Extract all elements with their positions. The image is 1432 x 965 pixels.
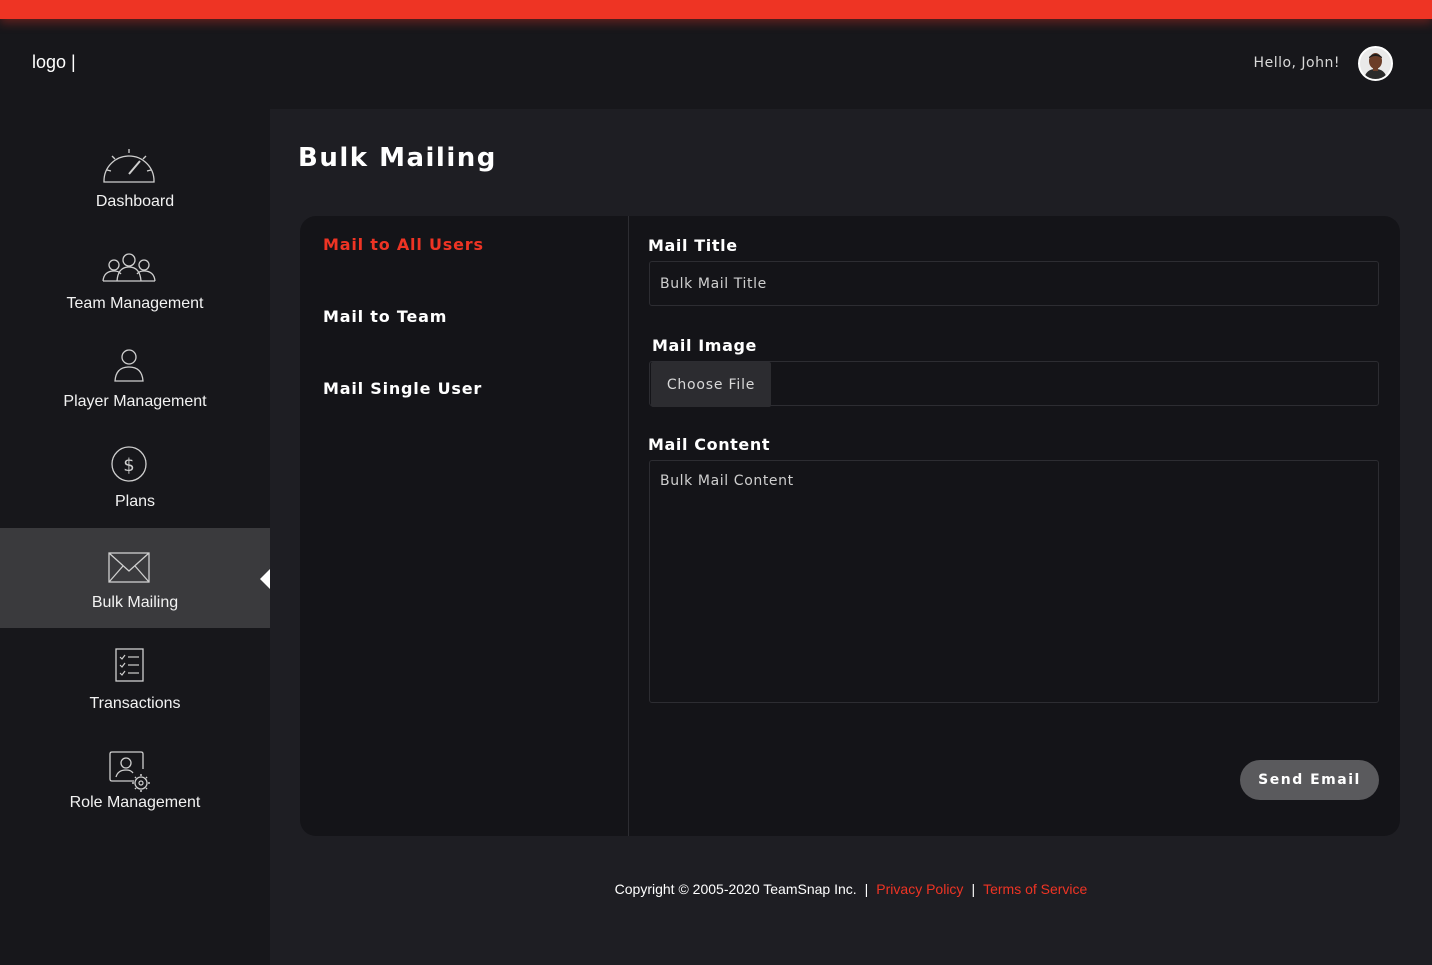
logo[interactable]: logo | xyxy=(32,52,76,73)
active-indicator xyxy=(260,569,270,589)
tab-mail-single-user[interactable]: Mail Single User xyxy=(323,379,482,398)
tab-mail-to-team[interactable]: Mail to Team xyxy=(323,307,447,326)
terms-of-service-link[interactable]: Terms of Service xyxy=(983,881,1087,897)
sidebar-item-role-management[interactable]: Role Management xyxy=(0,743,270,843)
mail-image-label: Mail Image xyxy=(652,336,757,355)
mail-title-input[interactable] xyxy=(649,261,1379,306)
mail-content-textarea[interactable] xyxy=(649,460,1379,703)
speedometer-icon xyxy=(103,149,155,183)
mail-image-file-input[interactable]: Choose File xyxy=(649,361,1379,407)
main-content: Bulk Mailing Mail to All Users Mail to T… xyxy=(270,109,1432,965)
svg-text:$: $ xyxy=(123,455,134,476)
mail-content-label: Mail Content xyxy=(648,435,771,454)
sidebar-item-transactions[interactable]: Transactions xyxy=(0,643,270,743)
mail-type-tabs: Mail to All Users Mail to Team Mail Sing… xyxy=(300,216,629,836)
page-title: Bulk Mailing xyxy=(298,143,497,173)
choose-file-button[interactable]: Choose File xyxy=(651,362,771,407)
greeting-text: Hello, John! xyxy=(1253,55,1340,71)
footer: Copyright © 2005-2020 TeamSnap Inc. | Priv… xyxy=(270,881,1432,897)
header: logo | Hello, John! xyxy=(0,19,1432,109)
sidebar-item-label: Role Management xyxy=(69,794,201,811)
footer-separator: | xyxy=(864,881,869,897)
sidebar-item-dashboard[interactable]: Dashboard xyxy=(0,139,270,239)
sidebar: Dashboard Team Management Player Managem… xyxy=(0,109,270,965)
checklist-icon xyxy=(115,648,144,682)
sidebar-item-label: Plans xyxy=(114,493,156,510)
sidebar-item-bulk-mailing[interactable]: Bulk Mailing xyxy=(0,528,270,628)
footer-separator: | xyxy=(971,881,976,897)
sidebar-item-team-management[interactable]: Team Management xyxy=(0,243,270,343)
sidebar-item-label: Team Management xyxy=(66,295,204,312)
sidebar-item-label: Bulk Mailing xyxy=(91,594,179,611)
envelope-icon xyxy=(108,552,150,583)
sidebar-item-player-management[interactable]: Player Management xyxy=(0,343,270,443)
tab-mail-to-all-users[interactable]: Mail to All Users xyxy=(323,235,484,254)
sidebar-item-label: Transactions xyxy=(89,695,181,712)
avatar-image xyxy=(1360,48,1391,79)
top-accent-bar xyxy=(0,0,1432,19)
privacy-policy-link[interactable]: Privacy Policy xyxy=(876,881,963,897)
send-email-button[interactable]: Send Email xyxy=(1240,760,1379,800)
sidebar-item-label: Player Management xyxy=(63,393,207,410)
avatar[interactable] xyxy=(1358,46,1393,81)
mail-title-label: Mail Title xyxy=(648,236,738,255)
bulk-mail-card: Mail to All Users Mail to Team Mail Sing… xyxy=(300,216,1400,836)
copyright-text: Copyright © 2005-2020 TeamSnap Inc. xyxy=(614,881,857,897)
sidebar-item-label: Dashboard xyxy=(95,193,175,210)
group-icon xyxy=(102,253,156,282)
